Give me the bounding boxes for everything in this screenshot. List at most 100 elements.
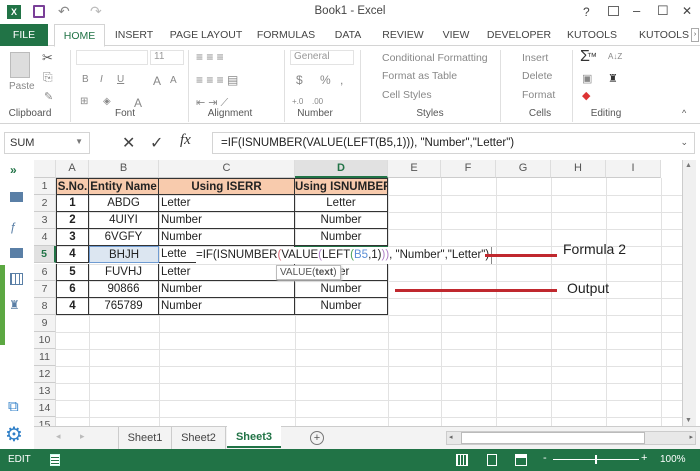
delete-cells-button[interactable]: Delete <box>522 70 552 82</box>
table-header-cell[interactable]: Using ISNUMBER <box>295 178 388 196</box>
column-header-g[interactable]: G <box>496 160 551 178</box>
format-painter-icon[interactable]: ✎ <box>44 90 53 103</box>
table-cell[interactable]: 4 <box>56 297 89 315</box>
zoom-in-button[interactable]: + <box>641 452 647 464</box>
formula-input[interactable]: =IF(ISNUMBER(VALUE(LEFT(B5,1))), "Number… <box>212 132 695 154</box>
table-cell[interactable]: 6VGFY <box>89 229 159 247</box>
table-cell[interactable]: Number <box>295 297 388 315</box>
sheet-tab-sheet1[interactable]: Sheet1 <box>118 427 172 449</box>
row-header-14[interactable]: 14 <box>34 400 56 418</box>
tab-scroll-right[interactable]: › <box>691 28 699 42</box>
increase-decimal-button[interactable]: +.0 <box>292 97 303 106</box>
expand-pane-icon[interactable]: » <box>10 163 17 177</box>
table-cell[interactable]: 1 <box>56 195 89 213</box>
table-cell[interactable]: 2 <box>56 212 89 230</box>
ribbon-display-icon[interactable] <box>608 6 619 16</box>
table-cell[interactable]: Number <box>159 297 295 315</box>
prev-sheet-arrow[interactable]: ◂ <box>56 431 61 442</box>
tab-home[interactable]: HOME <box>54 24 105 47</box>
row-header-13[interactable]: 13 <box>34 383 56 401</box>
table-cell[interactable]: Number <box>295 280 388 298</box>
table-header-cell[interactable]: Entity Name <box>89 178 159 196</box>
next-sheet-arrow[interactable]: ▸ <box>80 431 85 442</box>
table-header-cell[interactable]: Using ISERR <box>159 178 295 196</box>
tooltip-function[interactable]: VALUE( <box>280 267 315 278</box>
print-icon[interactable] <box>10 248 23 258</box>
add-sheet-button[interactable]: + <box>310 431 324 445</box>
grow-font-button[interactable]: A <box>153 74 161 88</box>
autosum-button[interactable]: Σ <box>580 48 590 66</box>
table-cell[interactable]: ABDG <box>89 195 159 213</box>
table-cell[interactable]: Letter <box>159 263 295 281</box>
tab-file[interactable]: FILE <box>0 24 48 46</box>
name-box[interactable]: SUM ▼ <box>4 132 90 154</box>
zoom-out-button[interactable]: - <box>543 452 547 464</box>
row-header-2[interactable]: 2 <box>34 195 56 213</box>
select-all-corner[interactable] <box>34 160 56 178</box>
external-link-icon[interactable]: ⧉ <box>8 398 19 415</box>
tab-developer[interactable]: DEVELOPER <box>484 24 554 46</box>
table-cell[interactable]: 3 <box>56 229 89 247</box>
fill-icon[interactable]: ▣ <box>582 72 592 85</box>
maximize-button[interactable]: ☐ <box>657 3 669 19</box>
copy-icon[interactable]: ⎘ <box>43 70 53 85</box>
percent-button[interactable]: % <box>320 73 331 87</box>
formula-pane-icon[interactable]: ƒ <box>10 220 17 234</box>
scroll-left-arrow[interactable]: ◂ <box>449 433 453 441</box>
normal-view-icon[interactable] <box>456 454 468 466</box>
tab-insert[interactable]: INSERT <box>110 24 158 46</box>
table-cell[interactable]: 90866 <box>89 280 159 298</box>
table-cell[interactable]: 4 <box>56 246 89 264</box>
row-header-6[interactable]: 6 <box>34 263 56 281</box>
font-size-box[interactable]: 11 <box>150 50 184 65</box>
table-cell[interactable]: 5 <box>56 263 89 281</box>
table-cell[interactable]: 4UIYI <box>89 212 159 230</box>
minimize-button[interactable]: – <box>633 3 640 18</box>
column-header-e[interactable]: E <box>388 160 441 178</box>
help-button[interactable]: ? <box>583 5 590 19</box>
cell-edit-formula[interactable]: =IF(ISNUMBER(VALUE(LEFT(B5,1))), "Number… <box>196 247 493 264</box>
horizontal-scrollbar[interactable]: ◂ ▸ <box>446 431 696 445</box>
grid-icon[interactable] <box>10 273 23 285</box>
scroll-thumb[interactable] <box>461 432 645 444</box>
column-header-i[interactable]: I <box>606 160 661 178</box>
fill-color-icon[interactable]: ◈ <box>103 96 111 107</box>
number-format-box[interactable]: General <box>290 50 354 65</box>
scroll-right-arrow[interactable]: ▸ <box>689 433 693 441</box>
table-cell[interactable]: 6 <box>56 280 89 298</box>
find-icon[interactable]: ♜ <box>608 72 618 85</box>
sheet-tab-sheet3[interactable]: Sheet3 <box>227 426 281 448</box>
row-header-11[interactable]: 11 <box>34 349 56 367</box>
paste-icon[interactable] <box>10 52 30 78</box>
column-header-b[interactable]: B <box>89 160 159 178</box>
row-header-7[interactable]: 7 <box>34 280 56 298</box>
column-header-f[interactable]: F <box>441 160 496 178</box>
insert-function-button[interactable]: fx <box>180 132 191 149</box>
row-header-3[interactable]: 3 <box>34 212 56 230</box>
row-header-1[interactable]: 1 <box>34 178 56 196</box>
table-cell[interactable]: Number <box>159 229 295 247</box>
align-left-icon[interactable]: ≡ ≡ ≡ ▤ <box>196 73 238 87</box>
page-layout-view-icon[interactable] <box>487 454 497 466</box>
font-name-box[interactable] <box>76 50 148 65</box>
underline-button[interactable]: U <box>117 74 124 85</box>
save-icon[interactable] <box>33 5 45 18</box>
tab-formulas[interactable]: FORMULAS <box>254 24 318 46</box>
bold-button[interactable]: B <box>82 74 89 85</box>
table-cell[interactable]: Number <box>159 280 295 298</box>
currency-button[interactable]: $ <box>296 73 303 87</box>
enter-button[interactable]: ✓ <box>150 133 163 153</box>
comma-button[interactable]: , <box>340 73 343 87</box>
row-header-15[interactable]: 15 <box>34 417 56 426</box>
scroll-up-arrow[interactable]: ▲ <box>685 162 692 169</box>
column-header-d[interactable]: D <box>295 160 388 178</box>
settings-gear-icon[interactable]: ⚙ <box>5 422 23 447</box>
table-cell[interactable]: Number <box>295 229 388 247</box>
paste-button[interactable]: Paste <box>9 81 35 92</box>
redo-icon[interactable]: ↷ <box>90 3 102 20</box>
insert-cells-button[interactable]: Insert <box>522 52 548 64</box>
page-break-view-icon[interactable] <box>515 454 527 466</box>
binoculars-icon[interactable]: ♜ <box>9 298 20 312</box>
cell-styles-button[interactable]: Cell Styles <box>382 89 432 101</box>
table-cell[interactable]: Number <box>295 212 388 230</box>
